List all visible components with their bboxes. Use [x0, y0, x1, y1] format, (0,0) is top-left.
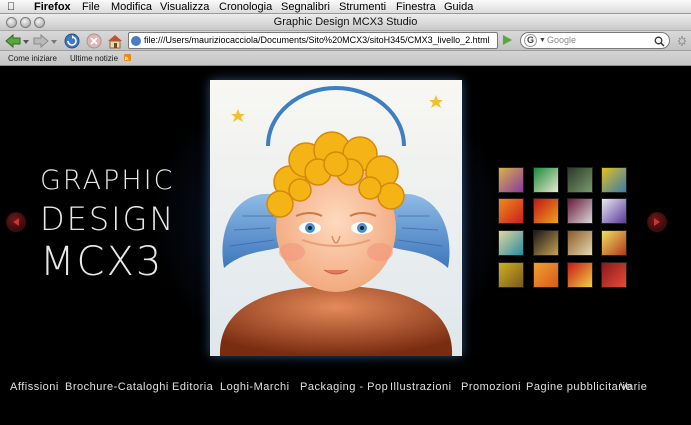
nav-brochure-cataloghi[interactable]: Brochure-Cataloghi — [65, 379, 169, 395]
thumbnail-10[interactable] — [533, 230, 559, 256]
thumbnail-11[interactable] — [567, 230, 593, 256]
nav-affissioni[interactable]: Affissioni — [10, 379, 59, 395]
page-favicon-icon — [131, 36, 141, 46]
nav-varie[interactable]: Varie — [620, 379, 647, 395]
next-arrow-icon — [654, 218, 660, 226]
thumbnail-12[interactable] — [601, 230, 627, 256]
thumbnail-grid — [498, 167, 628, 288]
thumbnail-14[interactable] — [533, 262, 559, 288]
thumbnail-8[interactable] — [601, 198, 627, 224]
menu-visualizza[interactable]: Visualizza — [160, 0, 209, 14]
thumbnail-2[interactable] — [533, 167, 559, 193]
menu-cronologia[interactable]: Cronologia — [219, 0, 272, 14]
web-page-content: GRAPHIC DESIGN MCX3 Affissioni Brochure-… — [0, 66, 691, 425]
bookmarks-toolbar: Come iniziare Ultime notizie — [0, 51, 691, 66]
thumbnail-7[interactable] — [567, 198, 593, 224]
activity-throbber-icon — [678, 36, 686, 46]
nav-loghi-marchi[interactable]: Loghi-Marchi — [220, 379, 290, 395]
stop-icon[interactable] — [85, 32, 103, 50]
site-logo[interactable]: GRAPHIC DESIGN MCX3 — [40, 162, 180, 286]
cherub-illustration-image — [210, 80, 462, 356]
address-bar-url[interactable]: file:///Users/mauriziocacciola/Documents… — [144, 33, 494, 48]
thumbnail-4[interactable] — [601, 167, 627, 193]
forward-arrow-icon[interactable] — [32, 32, 50, 50]
next-arrow-button[interactable] — [647, 212, 667, 232]
nav-promozioni[interactable]: Promozioni — [461, 379, 521, 395]
nav-pagine-pubblicitarie[interactable]: Pagine pubblicitarie — [526, 379, 632, 395]
site-navigation: Affissioni Brochure-Cataloghi Editoria L… — [0, 379, 691, 395]
reload-icon[interactable] — [63, 32, 81, 50]
featured-illustration[interactable] — [210, 80, 462, 356]
navigation-toolbar: file:///Users/mauriziocacciola/Documents… — [0, 31, 691, 51]
bookmark-come-iniziare[interactable]: Come iniziare — [8, 51, 57, 66]
search-engine-dropdown-icon[interactable]: ▼ — [539, 37, 546, 44]
back-history-dropdown-icon[interactable] — [22, 32, 30, 50]
menu-guida[interactable]: Guida — [444, 0, 473, 14]
menu-segnalibri[interactable]: Segnalibri — [281, 0, 330, 14]
menu-modifica[interactable]: Modifica — [111, 0, 152, 14]
search-input[interactable]: Google — [547, 33, 576, 48]
thumbnail-1[interactable] — [498, 167, 524, 193]
menu-strumenti[interactable]: Strumenti — [339, 0, 386, 14]
thumbnail-5[interactable] — [498, 198, 524, 224]
google-engine-icon[interactable]: G — [524, 34, 537, 47]
thumbnail-3[interactable] — [567, 167, 593, 193]
thumbnail-9[interactable] — [498, 230, 524, 256]
logo-line-design: DESIGN — [40, 200, 176, 238]
menu-finestra[interactable]: Finestra — [396, 0, 436, 14]
search-field[interactable]: G ▼ Google — [520, 32, 670, 49]
thumbnail-13[interactable] — [498, 262, 524, 288]
home-icon[interactable] — [106, 32, 124, 50]
bookmark-ultime-notizie[interactable]: Ultime notizie — [70, 51, 118, 66]
thumbnail-16[interactable] — [601, 262, 627, 288]
thumbnail-6[interactable] — [533, 198, 559, 224]
window-titlebar: Graphic Design MCX3 Studio — [0, 14, 691, 31]
window-title: Graphic Design MCX3 Studio — [273, 16, 418, 28]
search-icon[interactable] — [654, 36, 665, 47]
apple-menu-icon[interactable]:  — [7, 0, 15, 14]
logo-line-graphic: GRAPHIC — [40, 165, 175, 196]
logo-line-mcx3: MCX3 — [40, 239, 164, 285]
go-arrow-icon[interactable] — [500, 33, 514, 47]
previous-arrow-icon — [13, 218, 19, 226]
menu-file[interactable]: File — [82, 0, 100, 14]
menu-app-firefox[interactable]: Firefox — [34, 0, 71, 14]
back-arrow-icon[interactable] — [4, 32, 22, 50]
address-bar[interactable]: file:///Users/mauriziocacciola/Documents… — [128, 32, 498, 49]
mac-menubar:  Firefox File Modifica Visualizza Crono… — [0, 0, 691, 14]
forward-history-dropdown-icon[interactable] — [50, 32, 58, 50]
nav-illustrazioni[interactable]: Illustrazioni — [390, 379, 452, 395]
thumbnail-15[interactable] — [567, 262, 593, 288]
nav-editoria[interactable]: Editoria — [172, 379, 213, 395]
previous-arrow-button[interactable] — [6, 212, 26, 232]
rss-feed-icon — [124, 54, 131, 61]
nav-packaging-pop[interactable]: Packaging - Pop — [300, 379, 388, 395]
